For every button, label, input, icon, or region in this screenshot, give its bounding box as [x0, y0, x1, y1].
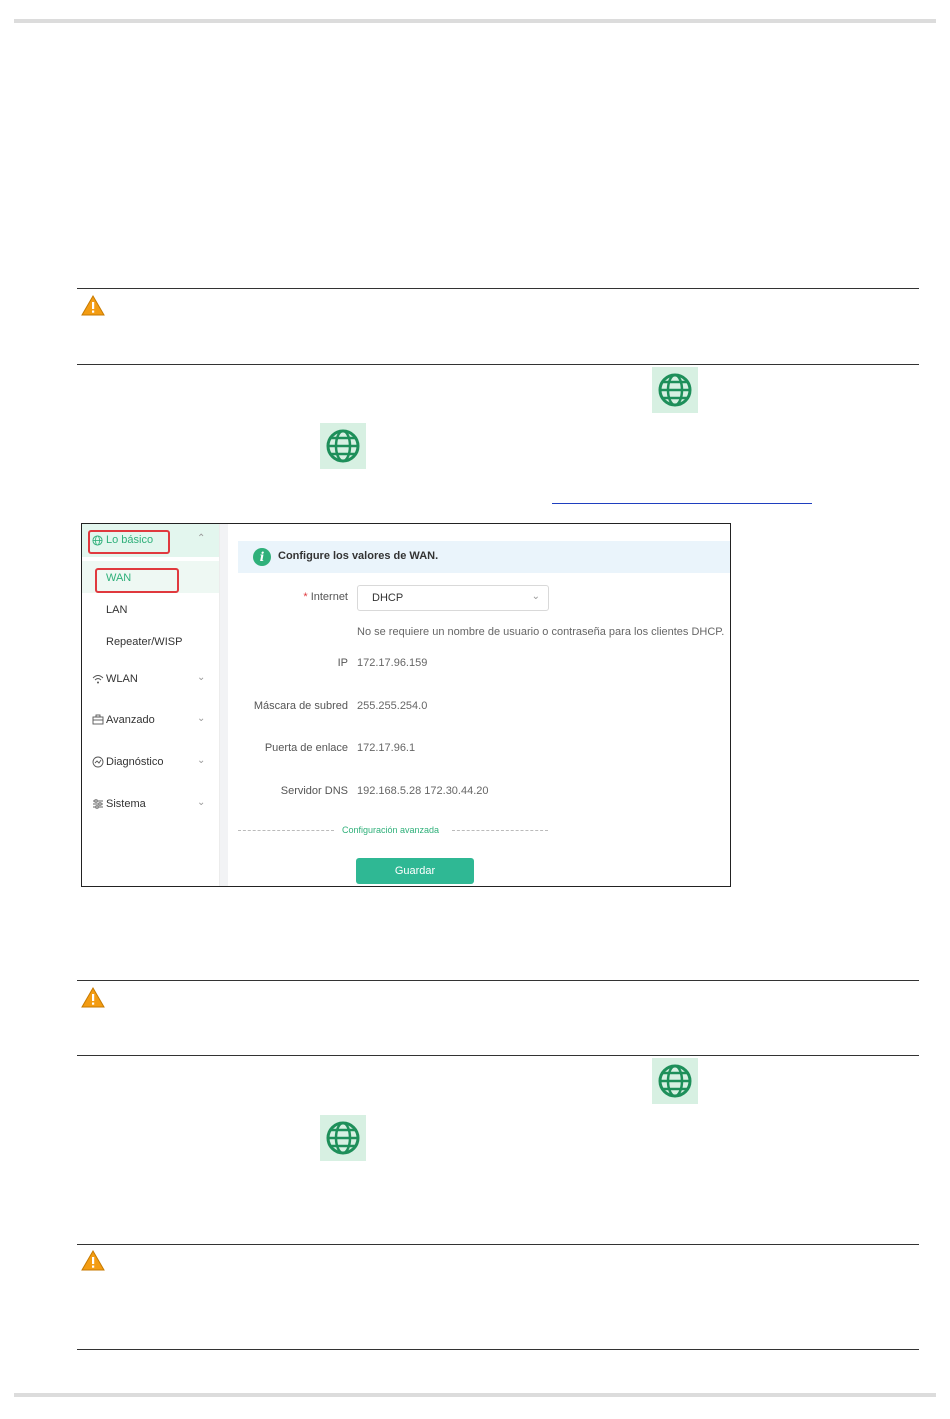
info-banner: i Configure los valores de WAN. [238, 541, 730, 573]
globe-icon [320, 1115, 366, 1161]
chevron-up-icon: ⌃ [197, 533, 206, 544]
sidebar-item-label: Avanzado [106, 714, 155, 726]
divider-left [238, 830, 334, 831]
dns-value: 192.168.5.28 172.30.44.20 [357, 785, 489, 797]
bottom-border-band [14, 1393, 936, 1397]
gateway-value: 172.17.96.1 [357, 742, 416, 754]
dns-label: Servidor DNS [280, 785, 348, 797]
sidebar-item-label: Sistema [106, 798, 146, 810]
divider [77, 1055, 919, 1056]
warning-icon [81, 987, 105, 1008]
gateway-label: Puerta de enlace [264, 742, 348, 754]
globe-icon [652, 1058, 698, 1104]
mask-value: 255.255.254.0 [357, 700, 428, 712]
warning-icon [81, 295, 105, 316]
hyperlink-underline[interactable] [552, 503, 812, 504]
banner-text: Configure los valores de WAN. [278, 550, 439, 562]
diagnostic-icon [92, 756, 104, 768]
save-button[interactable]: Guardar [356, 858, 474, 884]
internet-label: * Internet [303, 591, 348, 603]
sidebar: Lo básico ⌃ WAN LAN Repeater/WISP WLAN ⌄… [82, 524, 220, 886]
settings-sliders-icon [93, 799, 103, 809]
sidebar-item-label: WLAN [106, 673, 138, 685]
chevron-down-icon: ⌄ [531, 591, 540, 602]
dhcp-note: No se requiere un nombre de usuario o co… [357, 626, 725, 638]
globe-icon [320, 423, 366, 469]
warning-icon [81, 1250, 105, 1271]
wan-config-panel: i Configure los valores de WAN. * Intern… [228, 524, 730, 886]
mask-label: Máscara de subred [253, 700, 348, 712]
select-value: DHCP [372, 592, 404, 604]
divider [77, 364, 919, 365]
divider [77, 980, 919, 981]
internet-type-select[interactable]: DHCP ⌄ [357, 585, 549, 611]
toolbox-icon [92, 714, 104, 725]
highlight-box [88, 530, 170, 554]
ip-value: 172.17.96.159 [357, 657, 428, 669]
info-icon: i [253, 548, 271, 566]
chevron-down-icon: ⌄ [197, 755, 206, 766]
advanced-settings-link[interactable]: Configuración avanzada [342, 825, 439, 835]
highlight-box [95, 568, 179, 593]
divider [77, 1349, 919, 1350]
chevron-down-icon: ⌄ [197, 797, 206, 808]
sidebar-gutter [220, 524, 228, 886]
top-border-band [14, 19, 936, 23]
ip-label: IP [337, 657, 348, 669]
sidebar-item-label: Diagnóstico [106, 756, 164, 768]
sidebar-item-lan[interactable]: LAN [106, 604, 127, 616]
divider [77, 1244, 919, 1245]
chevron-down-icon: ⌄ [197, 672, 206, 683]
chevron-down-icon: ⌄ [197, 713, 206, 724]
sidebar-item-repeater[interactable]: Repeater/WISP [106, 636, 182, 648]
divider-right [452, 830, 548, 831]
globe-icon [652, 367, 698, 413]
wifi-icon [92, 675, 104, 684]
divider [77, 288, 919, 289]
router-screenshot: Lo básico ⌃ WAN LAN Repeater/WISP WLAN ⌄… [81, 523, 731, 887]
